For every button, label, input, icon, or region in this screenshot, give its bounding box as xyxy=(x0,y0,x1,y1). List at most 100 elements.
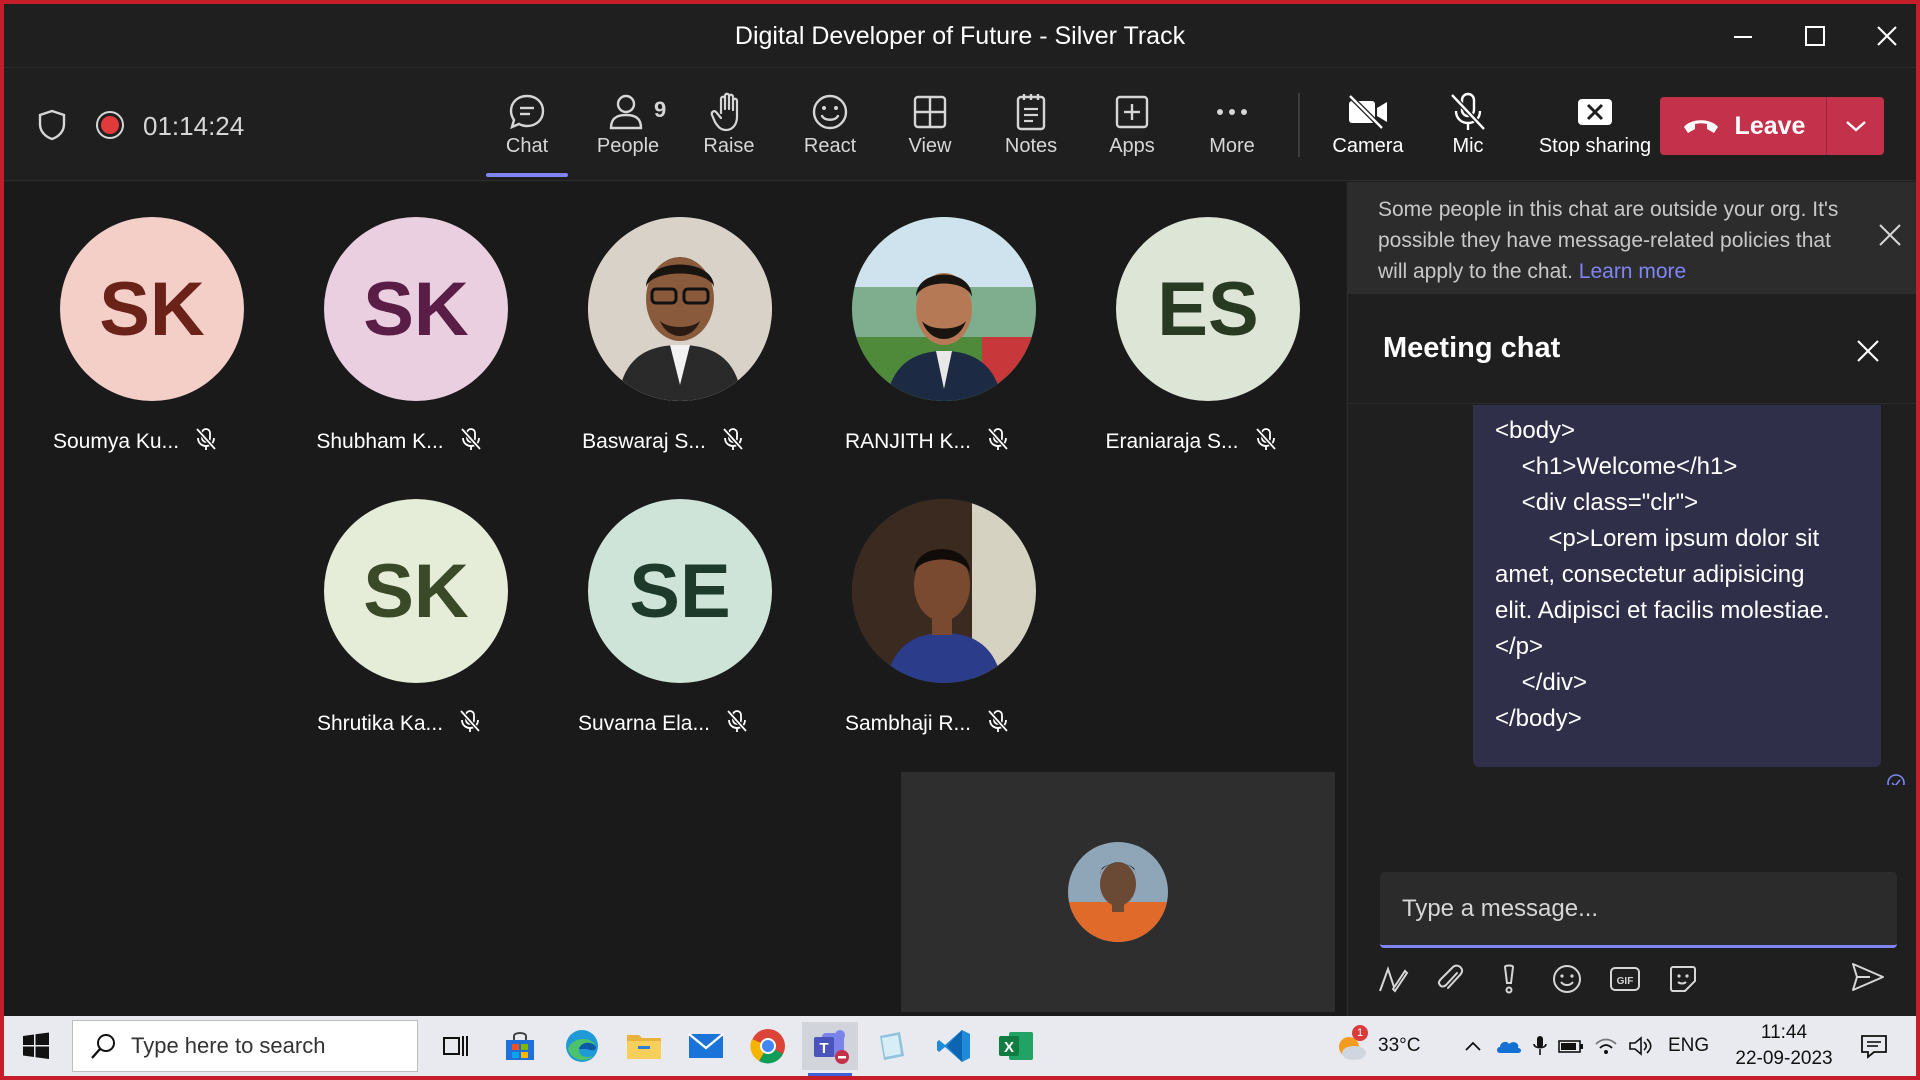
teams-icon[interactable]: T xyxy=(802,1022,858,1070)
participant-name: Shrutika Ka... xyxy=(316,712,444,735)
hang-up-icon xyxy=(1683,120,1718,133)
participant-avatar: ES xyxy=(1116,217,1300,401)
sticker-icon[interactable] xyxy=(1666,962,1700,996)
taskbar-search-input[interactable] xyxy=(131,1033,411,1059)
participant-tile[interactable]: ES Eraniaraja S... xyxy=(1060,182,1322,453)
camera-button[interactable]: Camera xyxy=(1320,91,1416,171)
notes-icon xyxy=(1011,91,1051,133)
onedrive-icon[interactable] xyxy=(1496,1037,1522,1055)
participant-initials: SE xyxy=(629,548,731,634)
mail-icon[interactable] xyxy=(678,1022,734,1070)
participant-avatar xyxy=(852,217,1036,401)
apps-button[interactable]: Apps xyxy=(1084,91,1180,171)
excel-icon[interactable]: X xyxy=(988,1022,1044,1070)
participant-stage: SK Soumya Ku... SK Shubham K... Baswaraj S..… xyxy=(4,182,1346,1016)
stop-sharing-button[interactable]: Stop sharing xyxy=(1530,91,1660,171)
language-indicator[interactable]: ENG xyxy=(1668,1035,1709,1057)
raise-hand-icon xyxy=(709,91,749,133)
notes-label: Notes xyxy=(1004,135,1058,157)
windows-taskbar: T X 1 33°C ENG 11: xyxy=(4,1016,1916,1076)
message-line: amet, consectetur adipisicing xyxy=(1495,561,1805,588)
raise-hand-button[interactable]: Raise xyxy=(681,91,777,171)
participant-name-row: Baswaraj S... xyxy=(532,427,794,457)
minimize-button[interactable] xyxy=(1718,18,1768,54)
clock-date: 22-09-2023 xyxy=(1735,1048,1833,1069)
participant-name-row: Shubham K... xyxy=(268,427,530,457)
clock[interactable]: 11:44 22-09-2023 xyxy=(1734,1016,1834,1076)
react-button[interactable]: React xyxy=(782,91,878,171)
more-button[interactable]: More xyxy=(1184,91,1280,171)
attach-icon[interactable] xyxy=(1434,962,1468,996)
meeting-timer: 01:14:24 xyxy=(143,111,245,141)
leave-button[interactable]: Leave xyxy=(1660,97,1826,155)
people-icon: 9 xyxy=(608,91,666,133)
gif-icon[interactable]: GIF xyxy=(1608,962,1642,996)
file-explorer-icon[interactable] xyxy=(616,1022,672,1070)
weather-sun-icon: 1 xyxy=(1334,1025,1368,1063)
weather-temp: 33°C xyxy=(1378,1035,1421,1056)
participant-name: RANJITH K... xyxy=(844,430,971,453)
message-line: </body> xyxy=(1495,705,1582,732)
participant-tile[interactable]: SK Soumya Ku... xyxy=(4,182,266,453)
format-icon[interactable] xyxy=(1376,962,1410,996)
compose-box[interactable] xyxy=(1380,872,1897,948)
learn-more-link[interactable]: Learn more xyxy=(1579,260,1686,283)
self-video-tile[interactable] xyxy=(901,772,1335,1012)
participant-tile[interactable]: SE Suvarna Ela... xyxy=(532,464,794,735)
chat-title: Meeting chat xyxy=(1383,332,1561,364)
participant-name: Sambhaji R... xyxy=(844,712,972,735)
task-view-icon[interactable] xyxy=(428,1022,484,1070)
participant-initials: SK xyxy=(363,266,469,352)
emoji-icon[interactable] xyxy=(1550,962,1584,996)
participant-tile[interactable]: SK Shubham K... xyxy=(268,182,530,453)
people-button[interactable]: 9 People xyxy=(580,91,676,171)
participant-tile[interactable]: Baswaraj S... xyxy=(532,182,794,453)
microphone-tray-icon[interactable] xyxy=(1532,1034,1548,1058)
mic-off-icon xyxy=(1448,91,1488,133)
important-icon[interactable] xyxy=(1492,962,1526,996)
send-icon[interactable] xyxy=(1850,960,1886,999)
notes-button[interactable]: Notes xyxy=(983,91,1079,171)
mic-button[interactable]: Mic xyxy=(1420,91,1516,171)
battery-icon[interactable] xyxy=(1558,1038,1584,1054)
notifications-icon[interactable] xyxy=(1860,1016,1888,1076)
svg-text:T: T xyxy=(819,1040,828,1057)
muted-mic-icon xyxy=(987,709,1009,739)
chat-button[interactable]: Chat xyxy=(479,91,575,171)
store-icon[interactable] xyxy=(492,1022,548,1070)
participant-name-row: Eraniaraja S... xyxy=(1060,427,1322,457)
view-button[interactable]: View xyxy=(882,91,978,171)
chat-message-bubble[interactable]: </head> <body> <h1>Welcome</h1> <div clas… xyxy=(1473,405,1881,767)
title-bar: Digital Developer of Future - Silver Tra… xyxy=(4,4,1916,68)
meeting-chat-panel: Some people in this chat are outside you… xyxy=(1347,182,1916,1016)
show-hidden-icons-icon[interactable] xyxy=(1464,1040,1482,1052)
participant-avatar: SK xyxy=(324,499,508,683)
close-chat-icon[interactable] xyxy=(1855,338,1881,369)
taskbar-search-box[interactable] xyxy=(72,1020,418,1072)
leave-options-button[interactable] xyxy=(1826,97,1884,155)
message-line: </div> xyxy=(1495,669,1588,696)
active-tab-indicator xyxy=(486,173,568,177)
windows-start-icon[interactable] xyxy=(22,1032,50,1065)
notepad-icon[interactable] xyxy=(864,1022,920,1070)
vscode-icon[interactable] xyxy=(926,1022,982,1070)
weather-widget[interactable]: 1 33°C xyxy=(1334,1016,1420,1076)
edge-icon[interactable] xyxy=(554,1022,610,1070)
chrome-icon[interactable] xyxy=(740,1022,796,1070)
participant-tile[interactable]: RANJITH K... xyxy=(796,182,1058,453)
window-title: Digital Developer of Future - Silver Tra… xyxy=(734,22,1186,50)
message-input[interactable] xyxy=(1380,872,1897,945)
people-label: People xyxy=(596,135,660,157)
maximize-button[interactable] xyxy=(1790,18,1840,54)
wifi-icon[interactable] xyxy=(1594,1036,1618,1056)
participant-name-row: RANJITH K... xyxy=(796,427,1058,457)
participant-name-row: Suvarna Ela... xyxy=(532,709,794,739)
message-list[interactable]: </head> <body> <h1>Welcome</h1> <div clas… xyxy=(1348,405,1916,785)
participant-tile[interactable]: Sambhaji R... xyxy=(796,464,1058,735)
close-window-button[interactable] xyxy=(1862,18,1912,54)
banner-close-icon[interactable] xyxy=(1877,222,1903,257)
participant-name-row: Soumya Ku... xyxy=(4,427,266,457)
volume-icon[interactable] xyxy=(1628,1036,1652,1056)
shield-icon[interactable] xyxy=(38,109,66,146)
participant-tile[interactable]: SK Shrutika Ka... xyxy=(268,464,530,735)
